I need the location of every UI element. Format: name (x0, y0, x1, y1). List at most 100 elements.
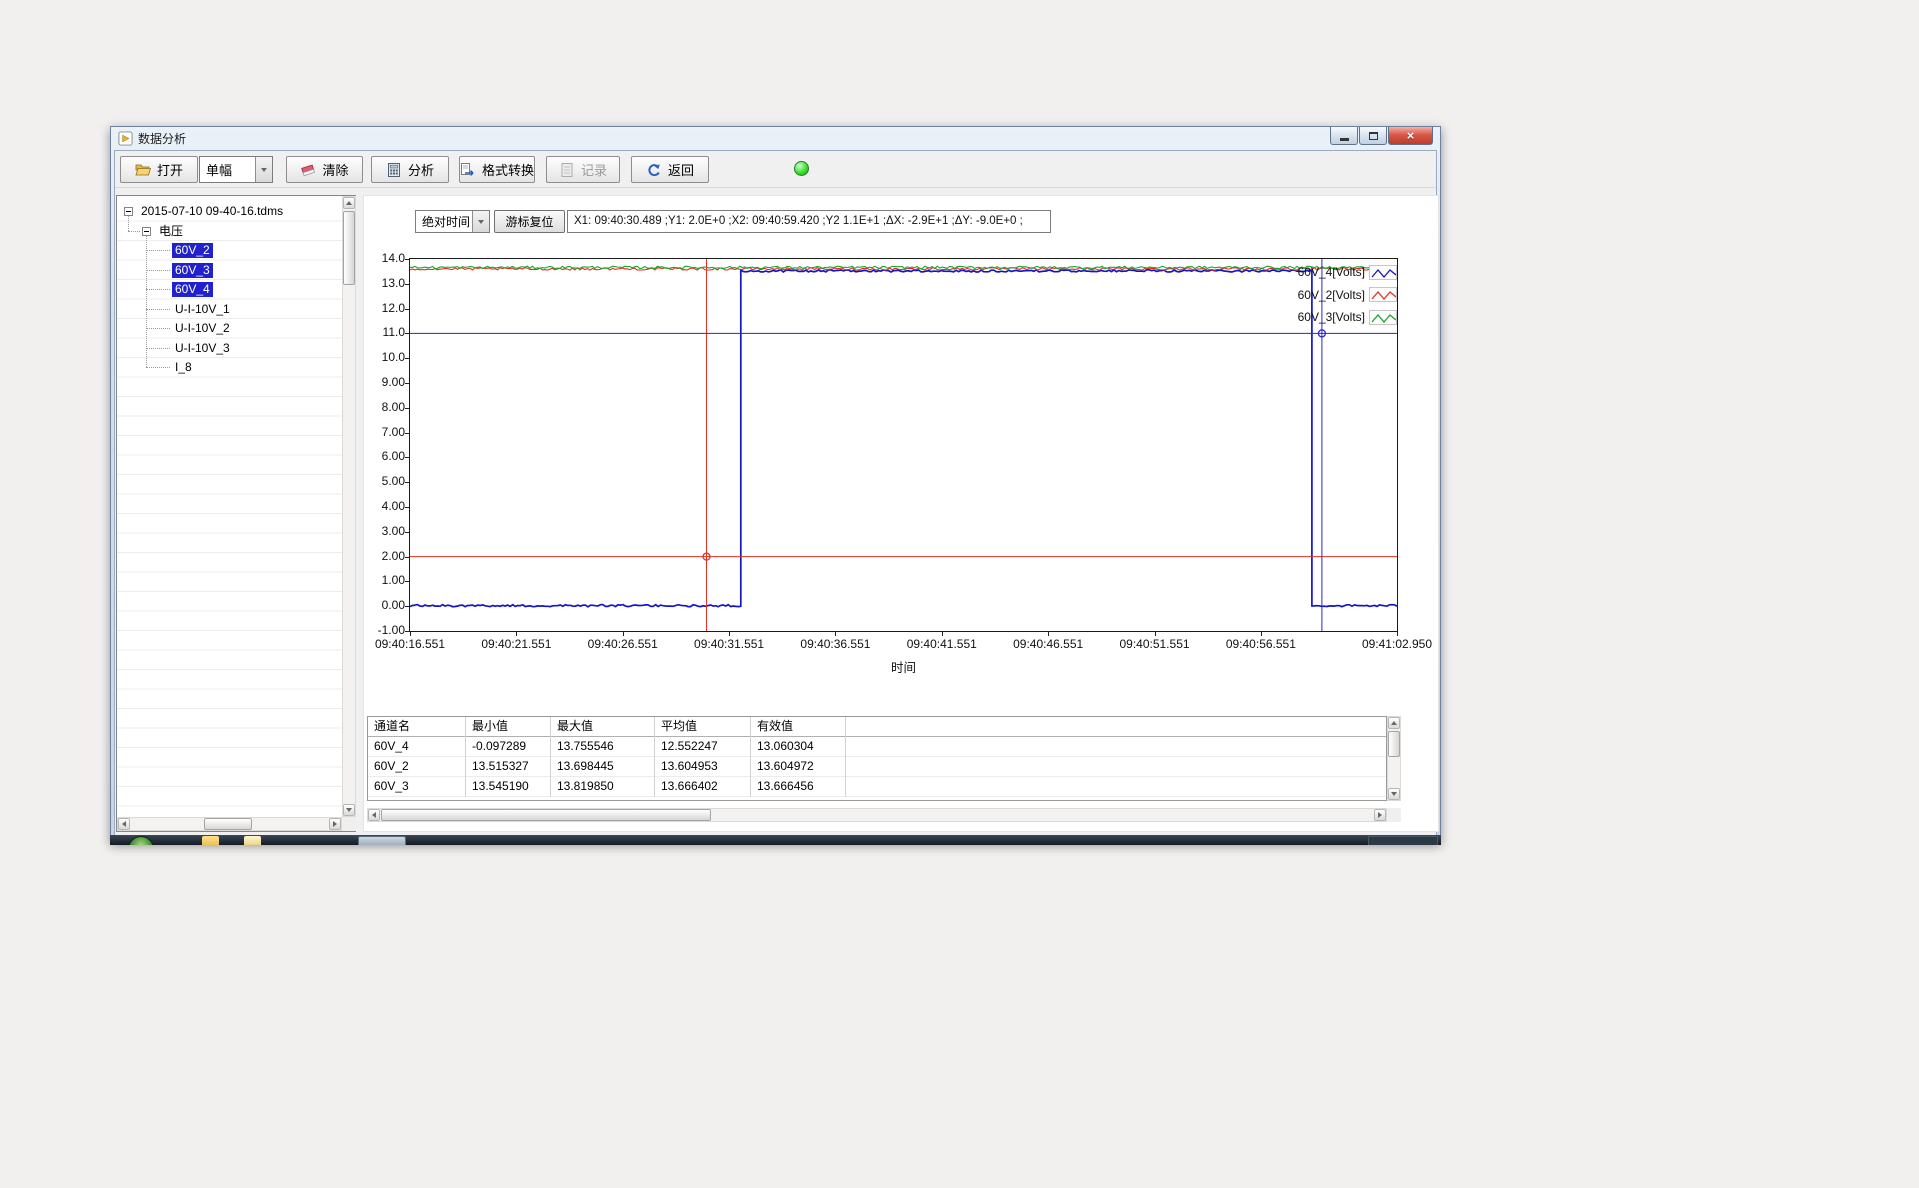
series-60V_3 (410, 266, 1397, 269)
scrollbar-thumb[interactable] (1388, 731, 1400, 757)
legend-item-60V_3[interactable]: 60V_3[Volts] (1254, 306, 1397, 329)
x-tick-mark (1261, 632, 1262, 636)
legend-line-sample-icon[interactable] (1369, 310, 1397, 325)
table-row[interactable]: 60V_313.54519013.81985013.66640213.66645… (368, 777, 1386, 797)
back-button[interactable]: 返回 (631, 156, 709, 183)
scrollbar-thumb[interactable] (343, 211, 355, 285)
record-button[interactable]: 记录 (546, 156, 620, 183)
stats-table[interactable]: 通道名最小值最大值平均值有效值60V_4-0.09728913.75554612… (367, 716, 1387, 801)
taskbar-folder-icon[interactable] (202, 836, 219, 845)
tree-item-label: 60V_2 (172, 243, 213, 258)
x-tick-mark (1048, 632, 1049, 636)
y-tick-label: 13.0 (364, 276, 405, 290)
table-vertical-scrollbar[interactable] (1387, 716, 1401, 801)
window-title: 数据分析 (138, 130, 186, 147)
scroll-up-button[interactable] (343, 197, 355, 209)
table-horizontal-scrollbar[interactable] (367, 808, 1387, 822)
stats-cell: 13.604953 (655, 757, 751, 777)
taskbar[interactable] (110, 835, 1441, 845)
scroll-down-button[interactable] (343, 804, 355, 816)
stats-col-header: 通道名 (368, 717, 466, 737)
close-icon: × (1407, 128, 1415, 144)
x-tick-label: 09:40:21.551 (472, 637, 560, 651)
scroll-up-button[interactable] (1388, 717, 1400, 729)
y-tick-mark (405, 581, 409, 582)
stats-cell: 60V_3 (368, 777, 466, 797)
scrollbar-thumb[interactable] (381, 809, 711, 821)
tree-item-电压[interactable]: 电压 (117, 222, 342, 241)
scroll-down-button[interactable] (1388, 788, 1400, 800)
stats-col-header: 平均值 (655, 717, 751, 737)
x-tick-label: 09:40:16.551 (366, 637, 454, 651)
legend-line-sample-icon[interactable] (1369, 265, 1397, 280)
table-row[interactable]: 60V_213.51532713.69844513.60495313.60497… (368, 757, 1386, 777)
tree-item-I_8[interactable]: I_8 (117, 358, 342, 377)
y-tick-label: 0.00 (364, 598, 405, 612)
scroll-left-button[interactable] (118, 818, 130, 830)
legend-item-60V_4[interactable]: 60V_4[Volts] (1254, 261, 1397, 284)
tree-item-60V_4[interactable]: 60V_4 (117, 280, 342, 299)
tree-item-U-I-10V_1[interactable]: U-I-10V_1 (117, 300, 342, 319)
chevron-down-icon[interactable] (472, 211, 489, 232)
scrollbar-thumb[interactable] (204, 818, 252, 830)
arrow-down-icon (1391, 792, 1397, 796)
arrow-right-icon (1378, 812, 1382, 818)
tree-vertical-scrollbar[interactable] (342, 196, 356, 817)
legend-item-60V_2[interactable]: 60V_2[Volts] (1254, 284, 1397, 307)
cursor-readout-field[interactable]: X1: 09:40:30.489 ;Y1: 2.0E+0 ;X2: 09:40:… (567, 210, 1051, 233)
calculator-icon (386, 162, 402, 178)
y-tick-label: 9.00 (364, 375, 405, 389)
waveform-plot (410, 259, 1397, 631)
open-button[interactable]: 打开 (120, 156, 198, 183)
tree-item-60V_2[interactable]: 60V_2 (117, 241, 342, 260)
y-tick-label: 1.00 (364, 573, 405, 587)
clear-button[interactable]: 清除 (286, 156, 363, 183)
taskbar-app-icon[interactable] (244, 836, 261, 845)
arrow-down-icon (346, 808, 352, 812)
tree-item-U-I-10V_3[interactable]: U-I-10V_3 (117, 339, 342, 358)
analysis-panel: 绝对时间 游标复位 X1: 09:40:30.489 ;Y1: 2.0E+0 ;… (363, 195, 1439, 832)
scroll-left-button[interactable] (368, 809, 380, 821)
legend-line-sample-icon[interactable] (1369, 287, 1397, 302)
chart-plot-area[interactable] (409, 258, 1398, 632)
tree-collapse-icon[interactable] (124, 207, 133, 216)
back-label: 返回 (668, 160, 694, 179)
start-button[interactable] (128, 836, 154, 845)
convert-label: 格式转换 (482, 160, 534, 179)
y-tick-label: 6.00 (364, 449, 405, 463)
arrow-up-icon (1391, 721, 1397, 725)
time-mode-dropdown[interactable]: 绝对时间 (415, 210, 490, 233)
stats-cell: 60V_2 (368, 757, 466, 777)
scroll-right-button[interactable] (329, 818, 341, 830)
eraser-icon (300, 162, 316, 178)
close-button[interactable]: × (1388, 127, 1433, 145)
scroll-right-button[interactable] (1374, 809, 1386, 821)
tree-item-60V_3[interactable]: 60V_3 (117, 261, 342, 280)
display-mode-dropdown[interactable]: 单幅 (199, 156, 273, 183)
convert-button[interactable]: 格式转换 (459, 156, 535, 183)
arrow-left-icon (122, 821, 126, 827)
y-tick-mark (405, 358, 409, 359)
y-tick-mark (405, 333, 409, 334)
tree-item-2015-07-10 09-40-16.tdms[interactable]: 2015-07-10 09-40-16.tdms (117, 202, 342, 221)
x-axis-title: 时间 (410, 657, 1397, 676)
legend-label: 60V_2[Volts] (1298, 288, 1365, 302)
chevron-down-icon[interactable] (255, 157, 272, 182)
time-mode-value: 绝对时间 (416, 211, 472, 232)
y-tick-mark (405, 532, 409, 533)
display-mode-value: 单幅 (200, 157, 255, 182)
x-tick-label: 09:40:36.551 (791, 637, 879, 651)
taskbar-tray[interactable] (1368, 836, 1438, 845)
tree-item-U-I-10V_2[interactable]: U-I-10V_2 (117, 319, 342, 338)
table-row[interactable]: 60V_4-0.09728913.75554612.55224713.06030… (368, 737, 1386, 757)
y-tick-mark (405, 433, 409, 434)
cursor-reset-button[interactable]: 游标复位 (494, 210, 565, 233)
analyze-button[interactable]: 分析 (371, 156, 449, 183)
tree-collapse-icon[interactable] (142, 227, 151, 236)
tree-horizontal-scrollbar[interactable] (117, 817, 342, 831)
minimize-button[interactable] (1330, 127, 1358, 145)
maximize-button[interactable] (1359, 127, 1387, 145)
minimize-icon (1340, 138, 1349, 141)
titlebar[interactable]: 数据分析 (111, 127, 1440, 150)
taskbar-window-button[interactable] (358, 836, 406, 845)
